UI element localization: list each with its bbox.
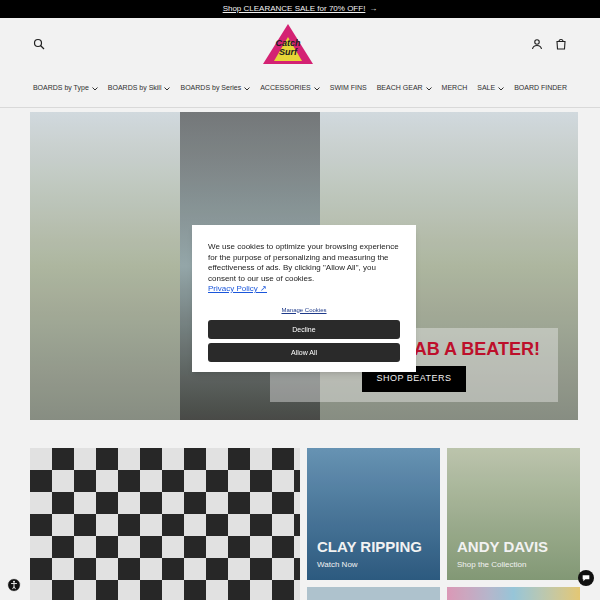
cookie-text: We use cookies to optimize your browsing… — [208, 242, 400, 284]
cookie-button[interactable]: Allow All — [208, 343, 400, 362]
chat-icon[interactable] — [578, 570, 594, 586]
accessibility-icon[interactable] — [7, 578, 21, 592]
cookie-dialog: We use cookies to optimize your browsing… — [192, 225, 416, 372]
manage-cookies-link[interactable]: Manage Cookies — [208, 306, 400, 314]
cookie-buttons: Decline Allow All — [208, 320, 400, 362]
privacy-policy-link[interactable]: Privacy Policy ↗ — [208, 284, 400, 295]
cookie-button[interactable]: Decline — [208, 320, 400, 339]
